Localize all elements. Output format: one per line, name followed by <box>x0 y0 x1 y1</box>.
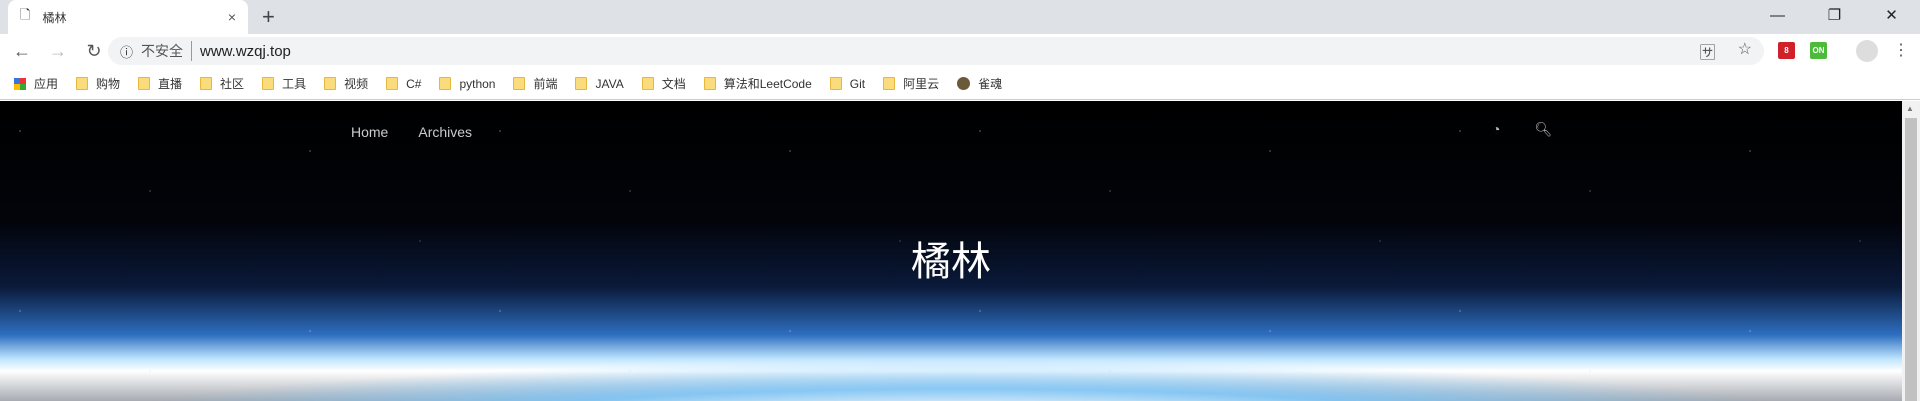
extension-red-icon[interactable]: 8 <box>1778 42 1795 59</box>
bookmark-item[interactable]: 视频 <box>324 75 368 92</box>
bookmarks-bar: 应用 购物 直播 社区 工具 视频 C# python 前端 JAVA 文档 算法和LeetCode G… <box>0 68 1920 100</box>
folder-icon <box>138 77 151 90</box>
scrollbar-thumb[interactable] <box>1905 118 1917 401</box>
tab-strip: 🗋 橘林 × + — ❐ ✕ <box>0 0 1920 34</box>
bookmark-item[interactable]: 雀魂 <box>957 75 1002 92</box>
restore-button[interactable]: ❐ <box>1806 0 1863 30</box>
info-icon[interactable]: ⓘ <box>120 42 133 61</box>
reload-icon[interactable]: ↻ <box>80 41 108 62</box>
new-tab-button[interactable]: + <box>262 4 275 30</box>
bookmark-item[interactable]: 算法和LeetCode <box>703 75 812 92</box>
bookmark-label: python <box>459 76 496 91</box>
page-icon: 🗋 <box>20 7 31 22</box>
folder-icon <box>829 77 842 90</box>
back-icon[interactable]: ← <box>8 41 36 62</box>
folder-icon <box>641 77 654 90</box>
bookmark-item[interactable]: 社区 <box>200 75 244 92</box>
toolbar: ← → ↻ ⓘ 不安全 www.wzqj.top 🈂 ☆ 8 ON ⋮ <box>0 34 1920 68</box>
bookmark-label: JAVA <box>595 76 624 91</box>
nav-archives[interactable]: Archives <box>418 124 472 140</box>
bookmark-item[interactable]: 应用 <box>14 75 58 92</box>
folder-icon <box>386 77 399 90</box>
bookmark-label: 直播 <box>158 77 183 91</box>
tab-active[interactable]: 🗋 橘林 × <box>8 0 248 34</box>
url-text[interactable]: www.wzqj.top <box>200 43 291 60</box>
folder-icon <box>883 77 896 90</box>
folder-icon <box>200 77 213 90</box>
search-icon[interactable]: 🔍︎ <box>1534 121 1552 138</box>
rss-icon[interactable]: ◔ <box>1492 121 1500 138</box>
site-title: 橘林 <box>911 240 991 284</box>
folder-icon <box>513 77 526 90</box>
bookmark-item[interactable]: 前端 <box>513 75 557 92</box>
bookmark-item[interactable]: 直播 <box>138 75 182 92</box>
folder-icon <box>575 77 588 90</box>
scrollbar[interactable]: ▲ <box>1902 101 1920 401</box>
bookmark-item[interactable]: JAVA <box>575 76 624 91</box>
forward-icon[interactable]: → <box>44 41 72 62</box>
folder-icon <box>76 77 89 90</box>
bookmark-label: 阿里云 <box>903 77 940 91</box>
bookmark-item[interactable]: Git <box>829 76 866 91</box>
folder-icon <box>703 77 716 90</box>
translate-icon[interactable]: 🈂 <box>1700 39 1716 63</box>
bookmark-item[interactable]: python <box>439 77 495 91</box>
minimize-button[interactable]: — <box>1749 0 1806 30</box>
nav-home[interactable]: Home <box>351 124 388 140</box>
address-bar[interactable]: ⓘ 不安全 www.wzqj.top 🈂 ☆ <box>108 37 1764 65</box>
site-favicon-icon <box>957 77 971 90</box>
security-label: 不安全 <box>141 41 193 61</box>
folder-icon <box>439 77 452 90</box>
bookmark-label: 文档 <box>661 77 686 91</box>
bookmark-item[interactable]: 工具 <box>262 75 306 92</box>
bookmark-label: 视频 <box>344 77 369 91</box>
apps-grid-icon <box>14 77 26 90</box>
scroll-up-icon[interactable]: ▲ <box>1906 104 1914 113</box>
close-window-button[interactable]: ✕ <box>1863 0 1920 30</box>
menu-icon[interactable]: ⋮ <box>1893 40 1909 60</box>
folder-icon <box>262 77 275 90</box>
bookmark-item[interactable]: 文档 <box>641 75 686 92</box>
bookmark-label: 工具 <box>282 77 307 91</box>
bookmark-label: 算法和LeetCode <box>723 77 812 91</box>
extension-on-icon[interactable]: ON <box>1810 42 1827 59</box>
bookmark-label: 雀魂 <box>978 77 1003 91</box>
avatar[interactable] <box>1856 40 1878 62</box>
star-icon[interactable]: ☆ <box>1738 39 1752 63</box>
bookmark-item[interactable]: 购物 <box>76 75 120 92</box>
bookmark-item[interactable]: 阿里云 <box>883 75 939 92</box>
tab-close-button[interactable]: × <box>228 9 236 25</box>
folder-icon <box>324 77 337 90</box>
tab-title: 橘林 <box>42 10 67 25</box>
hero-banner: Home Archives ◔ 🔍︎ 橘林 <box>0 101 1902 401</box>
bookmark-label: 购物 <box>96 77 121 91</box>
bookmark-item[interactable]: C# <box>386 77 421 91</box>
bookmark-label: 社区 <box>220 77 245 91</box>
bookmark-label: C# <box>406 76 422 91</box>
bookmark-label: 应用 <box>34 77 59 91</box>
bookmark-label: Git <box>849 76 866 91</box>
bookmark-label: 前端 <box>533 77 558 91</box>
